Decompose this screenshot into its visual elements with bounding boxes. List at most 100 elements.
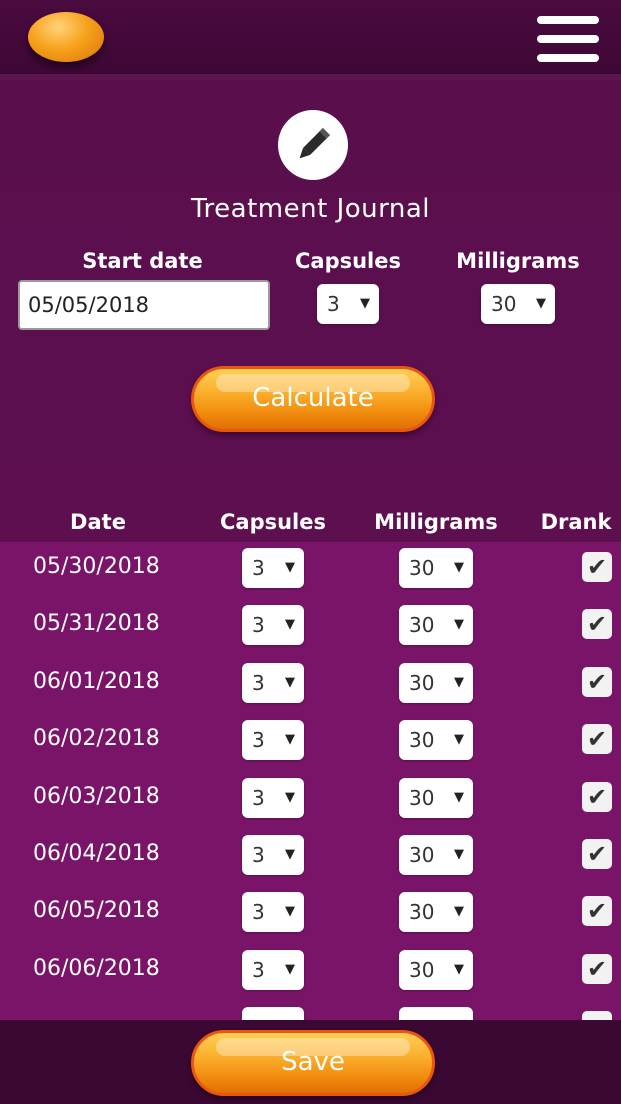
- chevron-down-icon: ▼: [285, 789, 295, 805]
- column-header-capsules: Capsules: [219, 510, 326, 534]
- row-capsules-select[interactable]: 3 ▼: [242, 835, 304, 875]
- pencil-icon: [278, 110, 348, 180]
- row-capsules-value: 3: [252, 613, 265, 638]
- drank-checkbox[interactable]: ✔: [582, 609, 612, 640]
- column-header-milligrams: Milligrams: [374, 510, 498, 534]
- row-date: 06/02/2018: [33, 726, 160, 752]
- row-milligrams-select[interactable]: 30 ▼: [399, 835, 473, 875]
- chevron-down-icon: ▼: [285, 904, 295, 920]
- row-capsules-value: 3: [252, 670, 265, 695]
- chevron-down-icon: ▼: [454, 560, 464, 575]
- row-capsules-select[interactable]: 3 ▼: [242, 548, 304, 588]
- row-capsules-value: 3: [252, 843, 265, 867]
- capsules-select[interactable]: 3 ▼: [317, 284, 379, 324]
- milligrams-label: Milligrams: [456, 249, 580, 273]
- chevron-down-icon: ▼: [285, 732, 295, 748]
- drank-checkbox[interactable]: ✔: [582, 781, 612, 812]
- column-header-drank: Drank: [540, 510, 612, 534]
- row-date: 06/04/2018: [33, 841, 160, 866]
- row-capsules-value: 3: [252, 785, 265, 810]
- row-milligrams-select[interactable]: [399, 1007, 473, 1020]
- row-milligrams-select[interactable]: 30 ▼: [399, 605, 473, 646]
- table-row: 06/05/2018 3 ▼ 30 ▼ ✔: [0, 886, 621, 943]
- chevron-down-icon: ▼: [536, 296, 546, 311]
- row-milligrams-select[interactable]: 30 ▼: [399, 892, 473, 933]
- row-capsules-select[interactable]: [242, 1007, 304, 1020]
- footer-bar: Save: [0, 1020, 621, 1104]
- chevron-down-icon: ▼: [454, 961, 464, 977]
- milligrams-select-value: 30: [491, 292, 517, 316]
- column-header-date: Date: [70, 510, 126, 534]
- app-header: [0, 0, 621, 80]
- capsule-logo-icon[interactable]: [28, 12, 104, 62]
- row-milligrams-value: 30: [409, 785, 435, 810]
- row-milligrams-select[interactable]: 30 ▼: [399, 720, 473, 761]
- row-milligrams-select[interactable]: 30 ▼: [399, 662, 473, 703]
- drank-checkbox[interactable]: ✔: [582, 896, 612, 927]
- save-button[interactable]: Save: [191, 1030, 435, 1096]
- chevron-down-icon: ▼: [454, 789, 464, 805]
- row-date: 06/01/2018: [33, 668, 160, 694]
- row-date: 06/06/2018: [33, 955, 160, 981]
- chevron-down-icon: ▼: [454, 847, 464, 862]
- chevron-down-icon: ▼: [454, 617, 464, 633]
- row-milligrams-select[interactable]: 30 ▼: [399, 949, 473, 990]
- journal-form: Treatment Journal Start date Capsules Mi…: [0, 86, 621, 506]
- calculate-button[interactable]: Calculate: [191, 366, 435, 432]
- row-milligrams-select[interactable]: 30 ▼: [399, 548, 473, 588]
- drank-checkbox[interactable]: ✔: [582, 953, 612, 984]
- row-capsules-select[interactable]: 3 ▼: [242, 949, 304, 990]
- chevron-down-icon: ▼: [285, 961, 295, 977]
- table-row: 06/04/2018 3 ▼ 30 ▼ ✔: [0, 829, 621, 886]
- chevron-down-icon: ▼: [285, 617, 295, 633]
- capsules-select-value: 3: [327, 292, 340, 316]
- row-milligrams-value: 30: [409, 957, 435, 982]
- table-row: 06/03/2018 3 ▼ 30 ▼ ✔: [0, 772, 621, 829]
- milligrams-select[interactable]: 30 ▼: [481, 284, 555, 324]
- table-row-partial: [0, 1001, 621, 1020]
- journal-table[interactable]: 05/30/2018 3 ▼ 30 ▼ ✔ 05/31/2018 3 ▼ 30 ▼ ✔ …: [0, 542, 621, 1020]
- row-date: 05/30/2018: [33, 554, 160, 579]
- row-milligrams-select[interactable]: 30 ▼: [399, 777, 473, 818]
- chevron-down-icon: ▼: [454, 732, 464, 748]
- chevron-down-icon: ▼: [360, 296, 370, 311]
- row-date: 05/31/2018: [33, 611, 160, 637]
- chevron-down-icon: ▼: [285, 560, 295, 575]
- row-date: 06/03/2018: [33, 783, 160, 809]
- table-row: 05/30/2018 3 ▼ 30 ▼ ✔: [0, 542, 621, 599]
- row-capsules-select[interactable]: 3 ▼: [242, 720, 304, 761]
- chevron-down-icon: ▼: [285, 847, 295, 862]
- row-capsules-value: 3: [252, 957, 265, 982]
- row-milligrams-value: 30: [409, 900, 435, 925]
- row-capsules-select[interactable]: 3 ▼: [242, 892, 304, 933]
- hamburger-menu-icon[interactable]: [537, 16, 599, 62]
- table-row: 06/01/2018 3 ▼ 30 ▼ ✔: [0, 657, 621, 714]
- drank-checkbox[interactable]: ✔: [582, 552, 612, 582]
- row-capsules-value: 3: [252, 556, 265, 580]
- capsules-label: Capsules: [294, 249, 401, 273]
- drank-checkbox[interactable]: [582, 1011, 612, 1020]
- row-milligrams-value: 30: [409, 670, 435, 695]
- row-capsules-select[interactable]: 3 ▼: [242, 605, 304, 646]
- row-milligrams-value: 30: [409, 613, 435, 638]
- row-milligrams-value: 30: [409, 843, 435, 867]
- drank-checkbox[interactable]: ✔: [582, 666, 612, 697]
- row-capsules-select[interactable]: 3 ▼: [242, 777, 304, 818]
- row-capsules-select[interactable]: 3 ▼: [242, 662, 304, 703]
- row-capsules-value: 3: [252, 728, 265, 753]
- chevron-down-icon: ▼: [454, 904, 464, 920]
- drank-checkbox[interactable]: ✔: [582, 839, 612, 869]
- start-date-label: Start date: [82, 249, 203, 273]
- row-date: 06/05/2018: [33, 898, 160, 924]
- chevron-down-icon: ▼: [454, 674, 464, 690]
- page-title: Treatment Journal: [191, 194, 430, 224]
- start-date-input[interactable]: 05/05/2018: [18, 280, 270, 330]
- table-row: 06/02/2018 3 ▼ 30 ▼ ✔: [0, 714, 621, 771]
- row-capsules-value: 3: [252, 900, 265, 925]
- row-milligrams-value: 30: [409, 728, 435, 753]
- row-milligrams-value: 30: [409, 556, 435, 580]
- drank-checkbox[interactable]: ✔: [582, 724, 612, 755]
- table-row: 05/31/2018 3 ▼ 30 ▼ ✔: [0, 599, 621, 656]
- table-row: 06/06/2018 3 ▼ 30 ▼ ✔: [0, 944, 621, 1001]
- chevron-down-icon: ▼: [285, 674, 295, 690]
